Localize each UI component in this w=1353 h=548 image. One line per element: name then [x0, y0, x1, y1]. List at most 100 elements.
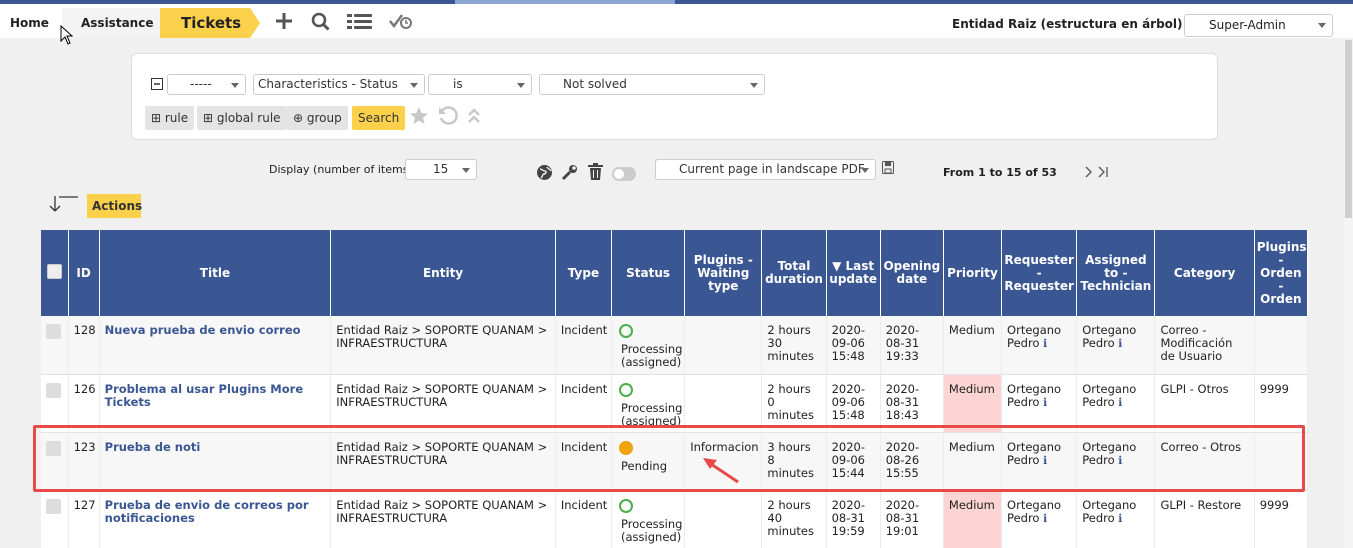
col-last-update[interactable]: ▼ Last update: [826, 230, 881, 316]
ticket-opening-date-cell: 2020-08-31 18:43: [880, 374, 944, 433]
trash-icon[interactable]: [587, 163, 604, 184]
ticket-orden: 9999: [1259, 497, 1289, 512]
ticket-id-cell: 126: [68, 374, 100, 433]
ticket-entity-cell: Entidad Raiz > SOPORTE QUANAM > INFRAEST…: [330, 490, 556, 548]
row-checkbox[interactable]: [46, 498, 61, 514]
breadcrumb-home[interactable]: Home: [0, 8, 72, 38]
ticket-orden-cell: 9999: [1254, 490, 1309, 548]
ticket-priority: Medium: [948, 323, 995, 337]
star-icon[interactable]: [409, 106, 429, 129]
last-page-icon[interactable]: [1098, 166, 1110, 181]
ticket-technician: Ortegano Pedro: [1082, 323, 1137, 350]
col-type[interactable]: Type: [555, 230, 613, 316]
tickets-table: ID Title Entity Type Status Plugins - Wa…: [41, 230, 1309, 548]
ticket-priority-cell: Medium: [943, 374, 1003, 433]
processing-status-icon: [619, 382, 634, 397]
row-checkbox[interactable]: [46, 382, 61, 398]
search-button[interactable]: Search: [352, 106, 406, 130]
value-select[interactable]: Not solved: [539, 74, 765, 95]
processing-status-icon: [619, 324, 634, 338]
reset-icon[interactable]: [438, 106, 458, 129]
ticket-requester-cell: Ortegano Pedro ℹ: [1001, 490, 1078, 548]
fold-up-icon[interactable]: [467, 107, 481, 128]
highlight-box: [33, 425, 1305, 492]
col-total-duration[interactable]: Total duration: [761, 230, 827, 316]
ticket-category-cell: GLPI - Otros: [1154, 374, 1255, 433]
col-priority[interactable]: Priority: [943, 230, 1003, 316]
info-icon[interactable]: ℹ: [1039, 337, 1047, 350]
col-status[interactable]: Status: [611, 230, 686, 316]
page-scrollbar-thumb[interactable]: [1345, 40, 1352, 218]
info-icon[interactable]: ℹ: [1115, 337, 1122, 350]
info-icon[interactable]: ℹ: [1115, 512, 1122, 525]
chevron-down-icon: [517, 83, 525, 88]
ticket-entity: Entidad Raiz > SOPORTE QUANAM > INFRAEST…: [336, 323, 548, 350]
active-entity[interactable]: Entidad Raiz (estructura en árbol): [952, 17, 1183, 31]
col-opening-date[interactable]: Opening date: [880, 230, 944, 316]
profile-select[interactable]: Super-Admin: [1184, 14, 1333, 37]
ticket-title[interactable]: Prueba de envio de correos por notificac…: [105, 498, 309, 525]
profile-value: Super-Admin: [1209, 18, 1286, 32]
add-global-rule-label: global rule: [216, 111, 281, 125]
ticket-last-update: 2020-08-31 19:59: [831, 497, 865, 538]
ticket-title[interactable]: Problema al usar Plugins More Tickets: [105, 382, 303, 409]
ticket-priority: Medium: [948, 381, 995, 396]
info-icon[interactable]: ℹ: [1039, 396, 1047, 409]
ticket-technician: Ortegano Pedro: [1082, 381, 1137, 409]
col-requester[interactable]: Requester - Requester: [1001, 230, 1078, 316]
breadcrumb-tickets[interactable]: Tickets: [160, 8, 260, 38]
wrench-icon[interactable]: [561, 164, 578, 184]
table-row[interactable]: 126 Problema al usar Plugins More Tickets…: [41, 374, 1309, 433]
ticket-orden-cell: 9999: [1254, 374, 1309, 433]
collapse-criteria-icon[interactable]: [151, 78, 163, 93]
export-format-select[interactable]: Current page in landscape PDF: [655, 159, 876, 180]
plus-icon[interactable]: [275, 12, 293, 33]
ticket-title-cell: Problema al usar Plugins More Tickets: [99, 374, 332, 433]
ticket-title[interactable]: Nueva prueba de envio correo: [105, 323, 301, 337]
col-id[interactable]: ID: [68, 230, 100, 316]
row-checkbox[interactable]: [46, 324, 61, 339]
mouse-cursor-icon: [60, 25, 74, 45]
toggle-switch[interactable]: [612, 167, 636, 181]
ticket-last-update-cell: 2020-08-31 19:59: [826, 490, 881, 548]
col-technician[interactable]: Assigned to - Technician: [1076, 230, 1156, 316]
check-clock-icon[interactable]: [389, 12, 413, 33]
ticket-title-cell: Prueba de envio de correos por notificac…: [99, 490, 332, 548]
save-icon[interactable]: [882, 161, 894, 177]
ticket-duration-cell: 2 hours 30 minutes: [761, 316, 827, 375]
globe-icon[interactable]: [536, 164, 553, 184]
breadcrumb-assistance[interactable]: Assistance: [62, 8, 160, 38]
next-page-icon[interactable]: [1084, 166, 1094, 181]
ticket-opening-date-cell: 2020-08-31 19:01: [880, 490, 944, 548]
ticket-status: Processing (assigned): [621, 342, 683, 369]
col-title[interactable]: Title: [99, 230, 332, 316]
list-icon[interactable]: [347, 12, 373, 33]
ticket-requester: Ortegano Pedro: [1007, 381, 1062, 409]
select-all-checkbox[interactable]: [46, 264, 62, 279]
ticket-id: 126: [73, 381, 96, 396]
search-icon[interactable]: [311, 12, 330, 34]
link-select[interactable]: -----: [167, 74, 246, 95]
table-row[interactable]: 128 Nueva prueba de envio correo Entidad R…: [41, 316, 1309, 375]
info-icon[interactable]: ℹ: [1115, 396, 1122, 409]
col-category[interactable]: Category: [1154, 230, 1255, 316]
ticket-opening-date: 2020-08-31 18:43: [885, 381, 920, 422]
operator-select[interactable]: is: [428, 74, 532, 95]
add-global-rule-button[interactable]: ⊞ global rule: [197, 106, 287, 130]
pagination-info: From 1 to 15 of 53: [943, 166, 1057, 179]
ticket-type-cell: Incident: [555, 374, 613, 433]
info-icon[interactable]: ℹ: [1039, 512, 1047, 525]
col-entity[interactable]: Entity: [330, 230, 556, 316]
ticket-opening-date: 2020-08-31 19:01: [885, 497, 920, 538]
add-rule-button[interactable]: ⊞ rule: [145, 106, 195, 130]
add-group-button[interactable]: ⊕ group: [287, 106, 348, 130]
col-orden[interactable]: Plugins - Orden - Orden: [1254, 230, 1309, 316]
ticket-waiting-type-cell: [684, 316, 763, 375]
ticket-id: 127: [73, 497, 96, 512]
actions-button[interactable]: Actions: [87, 194, 142, 218]
ticket-category-cell: GLPI - Restore: [1154, 490, 1255, 548]
col-waiting-type[interactable]: Plugins - Waiting type: [684, 230, 763, 316]
field-select[interactable]: Characteristics - Status: [253, 74, 425, 95]
table-row[interactable]: 127 Prueba de envio de correos por notifi…: [41, 490, 1309, 548]
display-count-select[interactable]: 15: [405, 159, 477, 180]
